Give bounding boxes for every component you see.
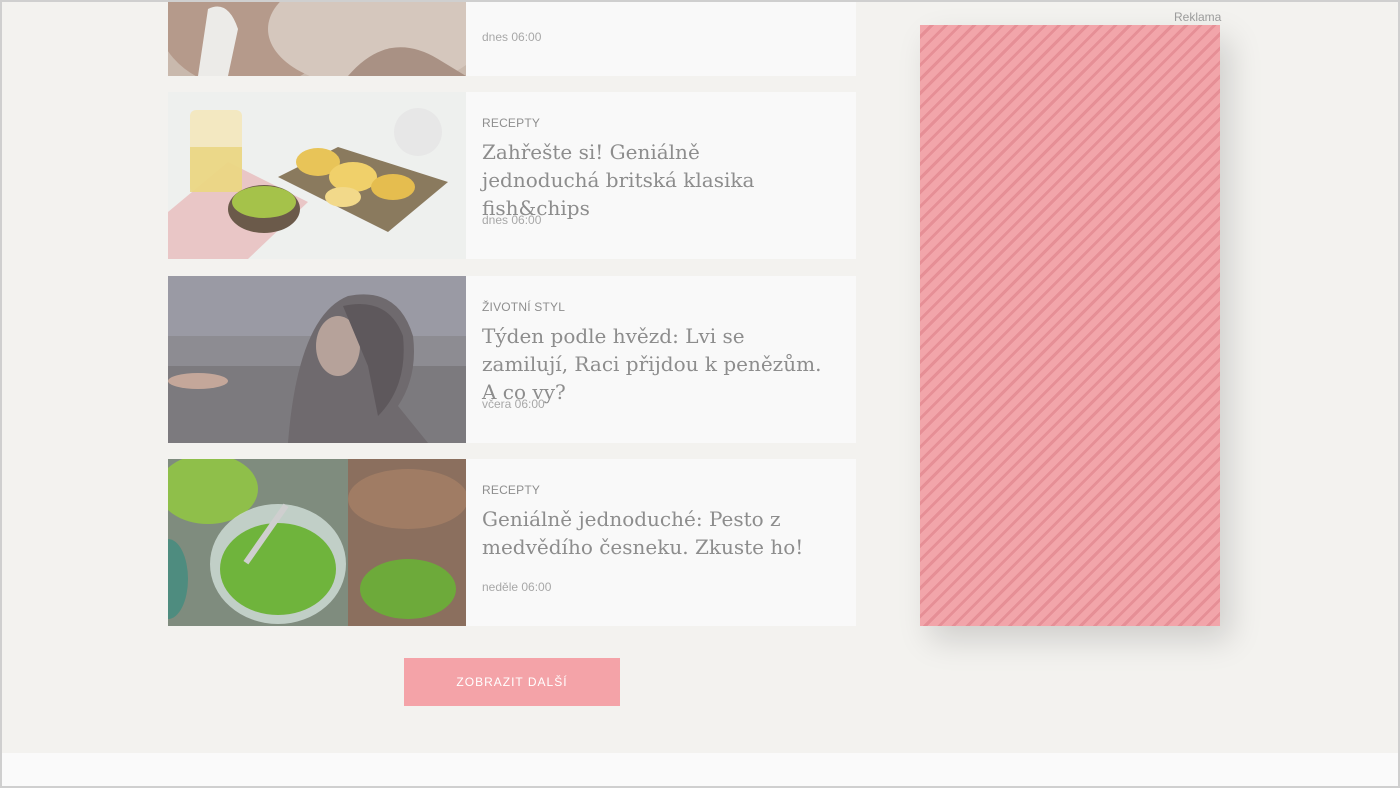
ad-label: Reklama (1174, 10, 1222, 24)
load-more-button[interactable]: ZOBRAZIT DALŠÍ (404, 658, 620, 706)
article-image[interactable] (168, 0, 466, 76)
article-image[interactable] (168, 459, 466, 626)
article-category[interactable]: RECEPTY (482, 483, 840, 497)
article-card[interactable]: ŽIVOTNÍ STYL Týden podle hvězd: Lvi se z… (168, 276, 856, 443)
article-image[interactable] (168, 276, 466, 443)
woman-sunset-photo (168, 276, 466, 443)
article-image[interactable] (168, 92, 466, 259)
woman-hug-photo (168, 0, 466, 76)
article-card[interactable]: RECEPTY Zahřešte si! Geniálně jednoduchá… (168, 92, 856, 259)
ad-banner[interactable] (920, 25, 1220, 626)
pesto-jar-photo (168, 459, 466, 626)
article-title[interactable]: Geniálně jednoduché: Pesto z medvědího č… (482, 505, 822, 561)
page-footer (0, 753, 1400, 788)
article-title[interactable]: Zahřešte si! Geniálně jednoduchá britská… (482, 138, 822, 222)
article-date: dnes 06:00 (482, 213, 542, 227)
article-card[interactable]: dnes 06:00 (168, 0, 856, 76)
article-date: dnes 06:00 (482, 30, 542, 44)
article-card[interactable]: RECEPTY Geniálně jednoduché: Pesto z med… (168, 459, 856, 626)
article-category[interactable]: RECEPTY (482, 116, 840, 130)
fish-and-chips-photo (168, 92, 466, 259)
article-category[interactable]: ŽIVOTNÍ STYL (482, 300, 840, 314)
article-date: neděle 06:00 (482, 580, 552, 594)
article-date: včera 06:00 (482, 397, 545, 411)
article-title[interactable]: Týden podle hvězd: Lvi se zamilují, Raci… (482, 322, 822, 406)
